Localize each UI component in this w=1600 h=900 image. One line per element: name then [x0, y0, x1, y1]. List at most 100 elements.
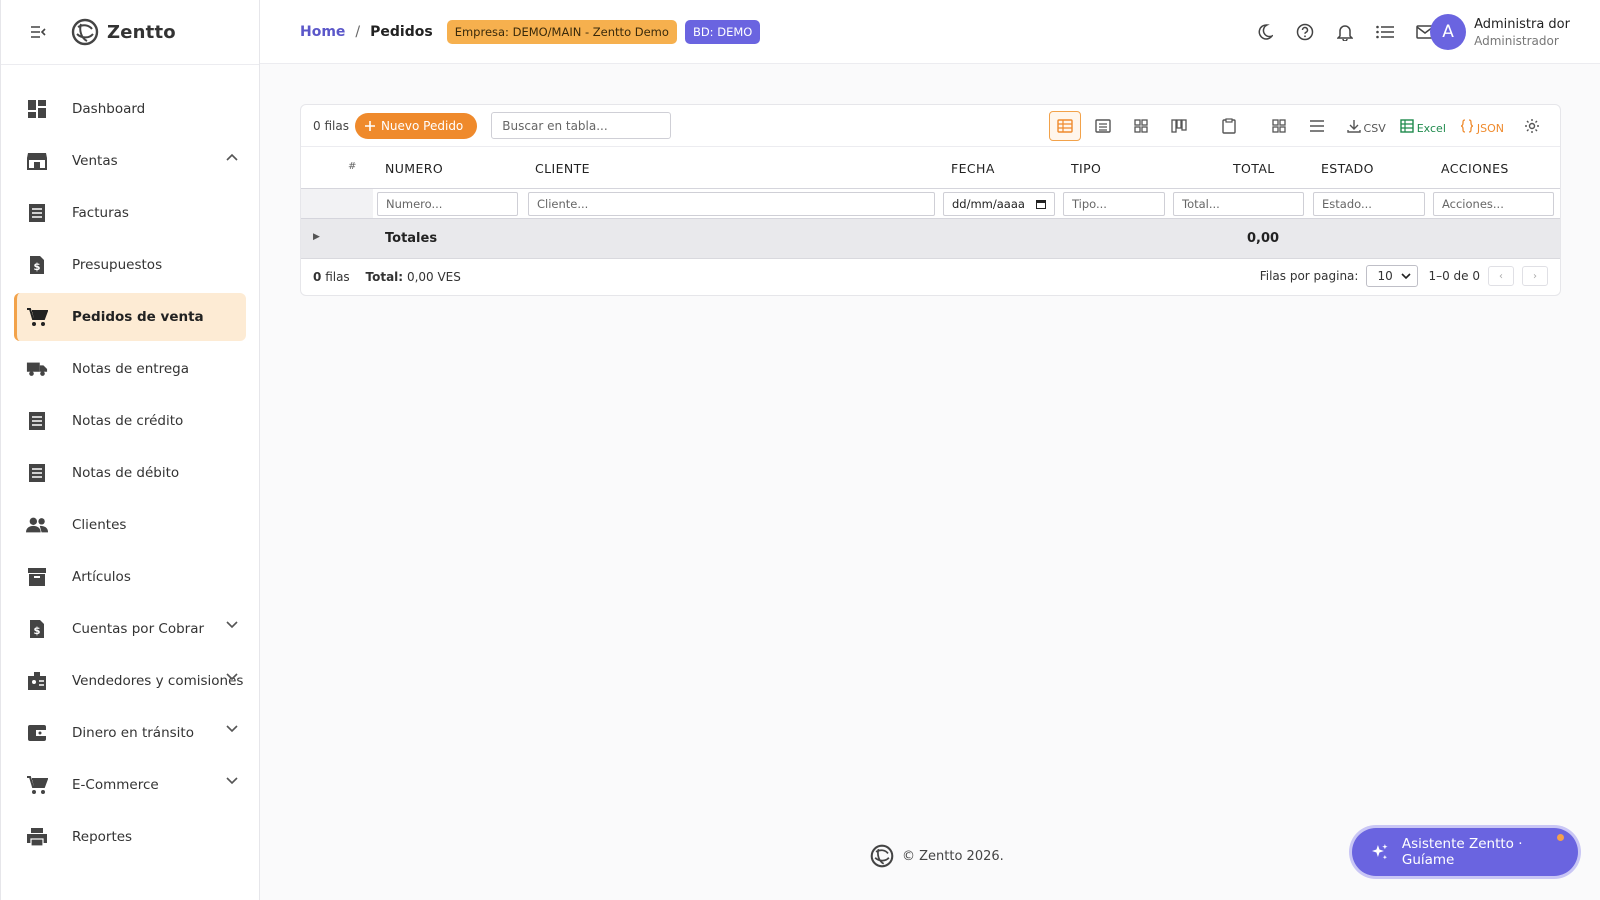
expand-arrow-icon[interactable]: ▶ [313, 232, 320, 242]
breadcrumb-separator: / [355, 23, 361, 40]
csv-label: CSV [1363, 121, 1386, 135]
tipo-filter-input[interactable] [1063, 192, 1165, 216]
database-badge[interactable]: BD: DEMO [684, 19, 761, 44]
chevron-down-icon[interactable] [226, 673, 238, 681]
rows-per-page-select[interactable]: 10 [1366, 265, 1419, 287]
totals-label: Totales [385, 231, 438, 246]
sidebar-item-articulos[interactable]: Artículos [14, 553, 246, 601]
sidebar-item-notas-de-entrega[interactable]: Notas de entrega [14, 345, 246, 393]
sidebar-item-dinero-en-transito[interactable]: Dinero en tránsito [14, 709, 246, 757]
sidebar-item-label: Notas de entrega [72, 361, 189, 377]
user-menu[interactable]: A Administra dor Administrador [1430, 14, 1570, 50]
notification-dot [1557, 834, 1564, 841]
sidebar-item-label: Dinero en tránsito [72, 725, 194, 741]
truck-icon [26, 358, 48, 380]
export-json-button[interactable]: JSON [1460, 118, 1504, 135]
column-header-cliente[interactable]: CLIENTE [535, 161, 590, 176]
column-header-acciones[interactable]: ACCIONES [1441, 161, 1509, 176]
chevron-down-icon[interactable] [226, 621, 238, 629]
chevron-down-icon [1401, 273, 1412, 279]
user-role: Administrador [1474, 33, 1559, 48]
footer-rows-count: 0 [313, 270, 322, 284]
table-view-icon[interactable] [1048, 111, 1081, 141]
chevron-down-icon[interactable] [226, 777, 238, 785]
pagination: Filas por pagina: 10 1–0 de 0 ‹ › [1260, 265, 1548, 287]
export-csv-button[interactable]: CSV [1346, 118, 1386, 135]
column-header-tipo[interactable]: TIPO [1071, 161, 1101, 176]
dollar-file-icon: $ [26, 618, 48, 640]
task-list-icon[interactable] [1374, 21, 1396, 43]
receipt-icon [26, 410, 48, 432]
receipt-icon [26, 202, 48, 224]
sidebar-item-pedidos-de-venta[interactable]: Pedidos de venta [14, 293, 246, 341]
sidebar-item-reportes[interactable]: Reportes [14, 813, 246, 861]
toolbar-actions: CSV Excel JSON [1043, 111, 1548, 141]
sidebar-item-dashboard[interactable]: Dashboard [14, 85, 246, 133]
column-header-fecha[interactable]: FECHA [951, 161, 995, 176]
sidebar-item-label: Artículos [72, 569, 131, 585]
sidebar-item-notas-de-debito[interactable]: Notas de débito [14, 449, 246, 497]
new-order-button[interactable]: Nuevo Pedido [354, 112, 478, 139]
fecha-filter-input[interactable]: dd/mm/aaaa [943, 192, 1055, 216]
help-icon[interactable] [1294, 21, 1316, 43]
svg-text:$: $ [34, 626, 41, 637]
json-label: JSON [1476, 121, 1504, 135]
next-page-button[interactable]: › [1522, 266, 1548, 286]
sidebar-item-ventas[interactable]: Ventas [14, 137, 246, 185]
svg-text:$: $ [34, 262, 41, 273]
acciones-filter-input[interactable] [1433, 192, 1554, 216]
chevron-down-icon[interactable] [226, 725, 238, 733]
assistant-button[interactable]: Asistente Zentto · Guíame [1352, 828, 1578, 876]
zentto-logo-icon [71, 18, 99, 46]
column-header-total[interactable]: TOTAL [1233, 161, 1275, 176]
numero-filter-input[interactable] [377, 192, 518, 216]
spreadsheet-icon [1400, 119, 1414, 133]
estado-filter-input[interactable] [1313, 192, 1425, 216]
grid-view-icon[interactable] [1125, 111, 1157, 141]
column-header-numero[interactable]: NUMERO [385, 161, 443, 176]
sidebar-item-facturas[interactable]: Facturas [14, 189, 246, 237]
list-view-icon[interactable] [1087, 111, 1119, 141]
chevron-up-icon[interactable] [226, 153, 238, 161]
download-icon [1346, 120, 1361, 133]
table-toolbar: 0 filas Nuevo Pedido CSV Excel [301, 105, 1560, 147]
prev-page-button[interactable]: ‹ [1488, 266, 1514, 286]
totals-row: ▶ Totales 0,00 [301, 219, 1560, 259]
cliente-filter-input[interactable] [528, 192, 935, 216]
density-grid-icon[interactable] [1263, 111, 1295, 141]
sidebar-item-clientes[interactable]: Clientes [14, 501, 246, 549]
footer-summary: 0 filas Total: 0,00 VES [313, 270, 461, 284]
braces-icon [1460, 119, 1473, 133]
breadcrumb-home-link[interactable]: Home [300, 24, 345, 40]
settings-gear-icon[interactable] [1516, 111, 1548, 141]
column-header-index: # [348, 161, 357, 172]
table-search-input[interactable] [491, 112, 672, 139]
orders-table-card: 0 filas Nuevo Pedido CSV Excel [300, 104, 1561, 296]
badge-icon [26, 670, 48, 692]
kanban-view-icon[interactable] [1163, 111, 1195, 141]
user-name: Administra dor [1474, 16, 1570, 32]
breadcrumb-current: Pedidos [370, 23, 433, 40]
empresa-badge[interactable]: Empresa: DEMO/MAIN - Zentto Demo [446, 19, 677, 44]
wallet-icon [26, 722, 48, 744]
sidebar-item-notas-de-credito[interactable]: Notas de crédito [14, 397, 246, 445]
brand-logo[interactable]: Zentto [71, 18, 176, 46]
sidebar-item-label: Clientes [72, 517, 127, 533]
rows-per-page-label: Filas por pagina: [1259, 269, 1359, 283]
sidebar-item-presupuestos[interactable]: $ Presupuestos [14, 241, 246, 289]
sidebar-item-label: Cuentas por Cobrar [72, 621, 205, 637]
avatar[interactable]: A [1430, 14, 1467, 50]
notifications-bell-icon[interactable] [1334, 21, 1356, 43]
sidebar-item-e-commerce[interactable]: E-Commerce [14, 761, 246, 809]
row-density-icon[interactable] [1301, 111, 1333, 141]
total-filter-input[interactable] [1173, 192, 1304, 216]
sidebar-item-vendedores[interactable]: Vendedores y comisiones [14, 657, 246, 705]
rows-count-label: 0 filas [313, 118, 349, 133]
sidebar-item-cuentas-por-cobrar[interactable]: $ Cuentas por Cobrar [14, 605, 246, 653]
collapse-menu-icon[interactable] [27, 21, 49, 43]
printer-icon [26, 826, 48, 848]
column-header-estado[interactable]: ESTADO [1321, 161, 1374, 176]
dark-mode-icon[interactable] [1254, 21, 1276, 43]
export-excel-button[interactable]: Excel [1400, 118, 1446, 135]
clipboard-icon[interactable] [1213, 111, 1245, 141]
